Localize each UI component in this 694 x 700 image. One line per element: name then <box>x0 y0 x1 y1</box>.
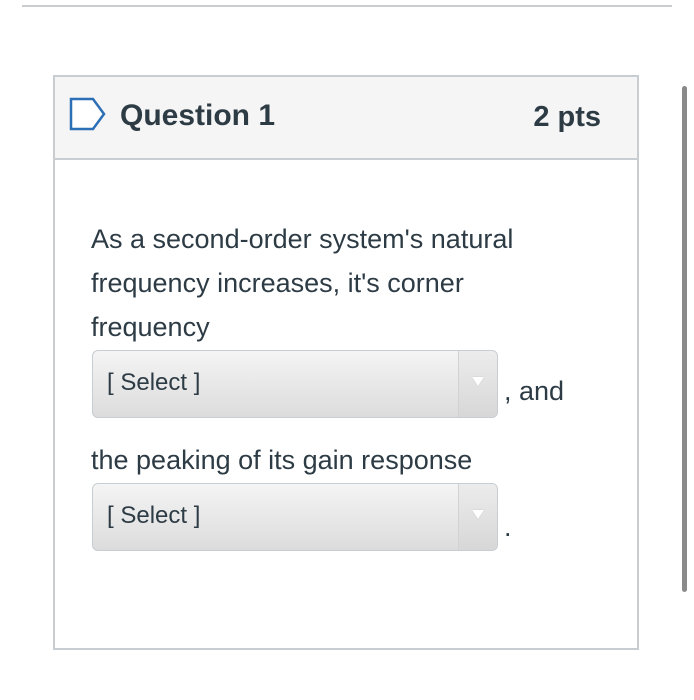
bookmark-flag-icon[interactable] <box>69 97 107 131</box>
scrollbar[interactable] <box>682 86 687 592</box>
question-text-line: frequency increases, it's corner <box>91 268 464 298</box>
top-divider <box>22 5 672 7</box>
question-points: 2 pts <box>533 101 601 133</box>
inline-text: , and <box>504 376 565 406</box>
caret-down-icon <box>472 510 484 519</box>
question-card: Question 1 2 pts As a second-order syste… <box>53 75 639 650</box>
select-dropdown-button[interactable] <box>458 484 497 550</box>
question-text-line: As a second-order system's natural <box>91 224 514 254</box>
select-dropdown-button[interactable] <box>458 351 497 417</box>
select-value: [ Select ] <box>107 369 201 396</box>
select-value: [ Select ] <box>107 502 201 529</box>
question-header: Question 1 2 pts <box>55 77 637 160</box>
question-text-line: the peaking of its gain response <box>91 445 473 475</box>
answer-select-1[interactable]: [ Select ] <box>92 350 498 418</box>
answer-select-2[interactable]: [ Select ] <box>92 483 498 551</box>
caret-down-icon <box>472 377 484 386</box>
question-text-line: frequency <box>91 312 210 342</box>
question-title: Question 1 <box>120 99 276 132</box>
inline-text: . <box>504 512 512 542</box>
